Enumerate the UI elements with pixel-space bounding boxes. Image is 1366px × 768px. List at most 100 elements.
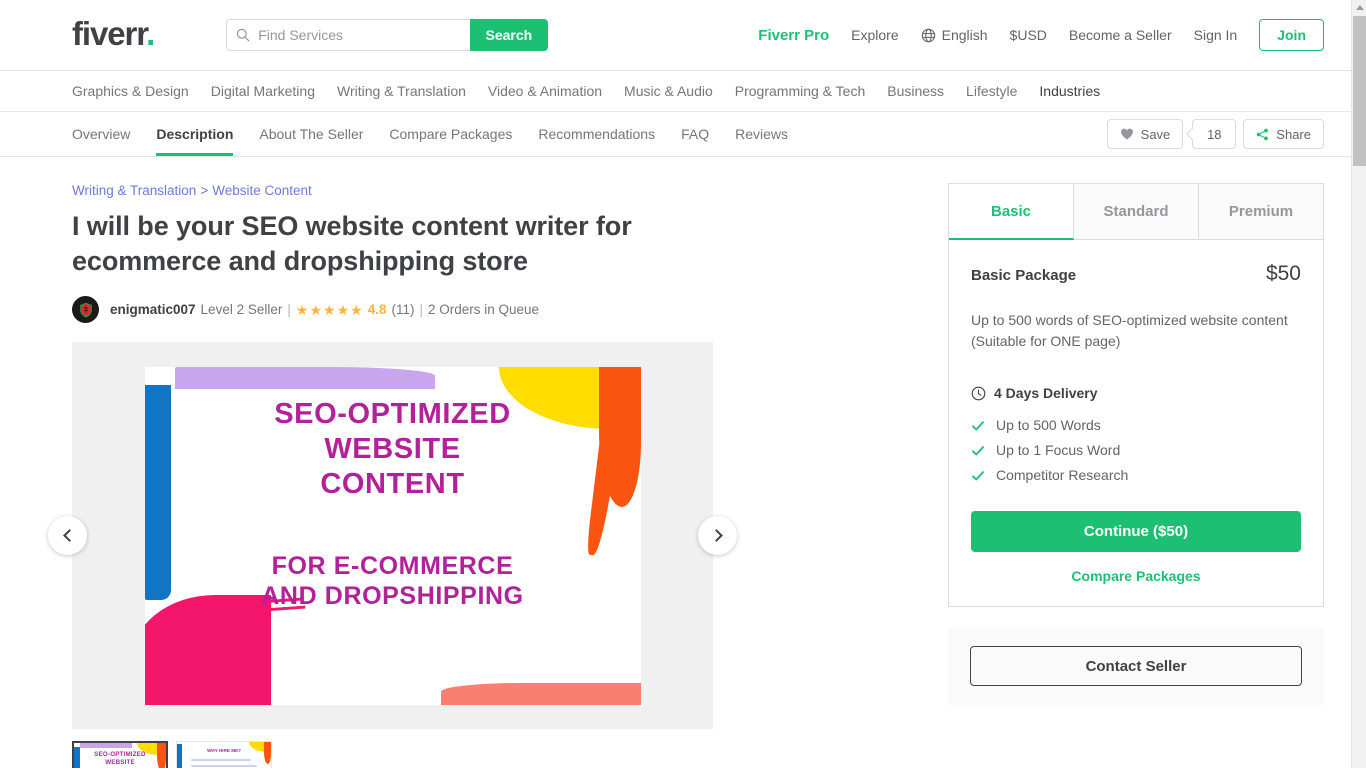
seller-name[interactable]: enigmatic007: [110, 302, 196, 317]
gallery-slide[interactable]: SEO-OPTIMIZED WEBSITE CONTENT FOR E-COMM…: [144, 366, 641, 705]
package-body: Basic Package $50 Up to 500 words of SEO…: [949, 240, 1323, 606]
scrollbar-up-arrow-icon[interactable]: [1352, 0, 1366, 15]
package-tab-standard[interactable]: Standard: [1074, 184, 1199, 240]
rating-value: 4.8: [367, 302, 387, 317]
category-business[interactable]: Business: [887, 83, 944, 99]
package-header: Basic Package $50: [971, 262, 1301, 286]
seller-info-row: enigmatic007 Level 2 Seller | ★ ★ ★ ★ ★ …: [72, 296, 756, 323]
main-content: Writing & Translation > Website Content …: [0, 157, 1351, 768]
save-label: Save: [1140, 126, 1171, 142]
search-icon: [236, 28, 250, 42]
gig-actions: Save 18 Share: [1106, 119, 1324, 149]
nav-language[interactable]: English: [921, 27, 988, 43]
save-button[interactable]: Save: [1106, 119, 1184, 149]
slide-line-4: FOR E-COMMERCE: [271, 551, 514, 580]
tab-overview[interactable]: Overview: [72, 112, 130, 156]
nav-become-a-seller-label: Become a Seller: [1068, 27, 1172, 43]
clock-icon: [971, 386, 986, 401]
meta-divider-1: |: [287, 302, 291, 317]
slide-line-2: WEBSITE: [324, 432, 461, 465]
package-tab-basic[interactable]: Basic: [949, 184, 1074, 240]
category-industries[interactable]: Industries: [1039, 83, 1100, 99]
tab-recommendations[interactable]: Recommendations: [538, 112, 655, 156]
continue-button[interactable]: Continue ($50): [971, 511, 1301, 552]
gallery-slide-text: SEO-OPTIMIZED WEBSITE CONTENT FOR E-COMM…: [145, 397, 641, 612]
nav-sign-in[interactable]: Sign In: [1194, 27, 1238, 43]
thumb2-line: [191, 759, 251, 761]
tab-faq[interactable]: FAQ: [681, 112, 709, 156]
star-rating: ★ ★ ★ ★ ★: [296, 303, 363, 317]
share-button[interactable]: Share: [1243, 119, 1324, 149]
package-price: $50: [1265, 262, 1301, 285]
nav-currency[interactable]: $USD: [1010, 27, 1047, 43]
nav-currency-label: $USD: [1009, 27, 1047, 43]
seller-level: Level 2 Seller: [200, 302, 283, 317]
star-icon: ★: [295, 301, 309, 318]
heart-icon: [1120, 127, 1134, 141]
category-writing-translation[interactable]: Writing & Translation: [337, 83, 466, 99]
category-graphics-design[interactable]: Graphics & Design: [72, 83, 189, 99]
star-icon: ★: [336, 301, 350, 318]
package-description: Up to 500 words of SEO-optimized website…: [971, 312, 1288, 349]
nav-sign-in-label: Sign In: [1193, 27, 1238, 43]
brush-purple: [174, 366, 435, 389]
search-box[interactable]: [226, 19, 470, 51]
tab-description[interactable]: Description: [156, 112, 234, 156]
gallery-prev-button[interactable]: [48, 516, 87, 555]
join-button[interactable]: Join: [1259, 19, 1324, 51]
gig-section-nav: Overview Description About The Seller Co…: [0, 112, 1351, 157]
category-lifestyle[interactable]: Lifestyle: [966, 83, 1017, 99]
category-music-audio[interactable]: Music & Audio: [624, 83, 713, 99]
nav-become-a-seller[interactable]: Become a Seller: [1069, 27, 1172, 43]
tab-compare-packages[interactable]: Compare Packages: [389, 112, 512, 156]
breadcrumb-item-website-content[interactable]: Website Content: [212, 183, 312, 198]
breadcrumb-item-writing-translation[interactable]: Writing & Translation: [72, 183, 196, 198]
slide-line-3: CONTENT: [320, 468, 465, 501]
compare-packages-link[interactable]: Compare Packages: [971, 568, 1301, 584]
package-card: Basic Standard Premium Basic Package $50…: [948, 183, 1324, 607]
save-count-badge: 18: [1192, 119, 1237, 149]
category-digital-marketing[interactable]: Digital Marketing: [211, 83, 315, 99]
avatar[interactable]: [72, 296, 99, 323]
nav-fiverr-pro-label: Fiverr Pro: [758, 26, 830, 44]
share-label: Share: [1276, 126, 1311, 142]
gig-left-column: Writing & Translation > Website Content …: [48, 183, 756, 768]
meta-divider-2: |: [419, 302, 423, 317]
tab-about-the-seller[interactable]: About The Seller: [259, 112, 363, 156]
check-icon: [971, 468, 985, 482]
package-feature-label: Up to 1 Focus Word: [996, 442, 1121, 458]
nav-explore-label: Explore: [851, 27, 899, 43]
category-programming-tech[interactable]: Programming & Tech: [735, 83, 865, 99]
gig-right-column: Basic Standard Premium Basic Package $50…: [948, 183, 1324, 768]
contact-seller-button[interactable]: Contact Seller: [970, 646, 1302, 686]
search-input[interactable]: [258, 27, 461, 43]
gig-section-tabs: Overview Description About The Seller Co…: [72, 112, 788, 156]
package-tab-premium[interactable]: Premium: [1199, 184, 1323, 240]
thumbnail-1-text: SEO-OPTIMIZED WEBSITE CONTENT FOR E-COMM…: [74, 751, 166, 768]
check-icon: [971, 418, 985, 432]
page-scrollbar[interactable]: [1351, 0, 1366, 768]
gallery-next-button[interactable]: [698, 516, 737, 555]
nav-fiverr-pro[interactable]: Fiverr Pro: [758, 27, 829, 44]
fiverr-logo[interactable]: fiverr.: [72, 14, 155, 52]
contact-seller-panel: Contact Seller: [948, 627, 1324, 705]
gallery-thumbnail-2[interactable]: WHY HIRE ME?: [176, 741, 272, 768]
package-name: Basic Package: [971, 267, 1077, 284]
review-count: (11): [391, 302, 415, 317]
package-feature: Up to 1 Focus Word: [971, 440, 1301, 460]
nav-explore[interactable]: Explore: [851, 27, 898, 43]
thumb2-line: [191, 765, 257, 767]
search-button[interactable]: Search: [469, 19, 549, 51]
gallery-thumbnail-1[interactable]: SEO-OPTIMIZED WEBSITE CONTENT FOR E-COMM…: [72, 741, 168, 768]
logo-dot: .: [146, 14, 155, 52]
thumbnail-2-title: WHY HIRE ME?: [207, 748, 241, 753]
package-delivery: 4 Days Delivery: [971, 385, 1301, 401]
package-feature-label: Competitor Research: [996, 467, 1129, 483]
star-icon: ★: [309, 301, 322, 318]
tab-reviews[interactable]: Reviews: [735, 112, 788, 156]
slide-line-1: SEO-OPTIMIZED: [274, 397, 511, 430]
thumb-brush-purple: [80, 743, 132, 748]
shield-avatar-icon: [79, 302, 92, 318]
scrollbar-thumb[interactable]: [1353, 16, 1366, 166]
category-video-animation[interactable]: Video & Animation: [488, 83, 602, 99]
